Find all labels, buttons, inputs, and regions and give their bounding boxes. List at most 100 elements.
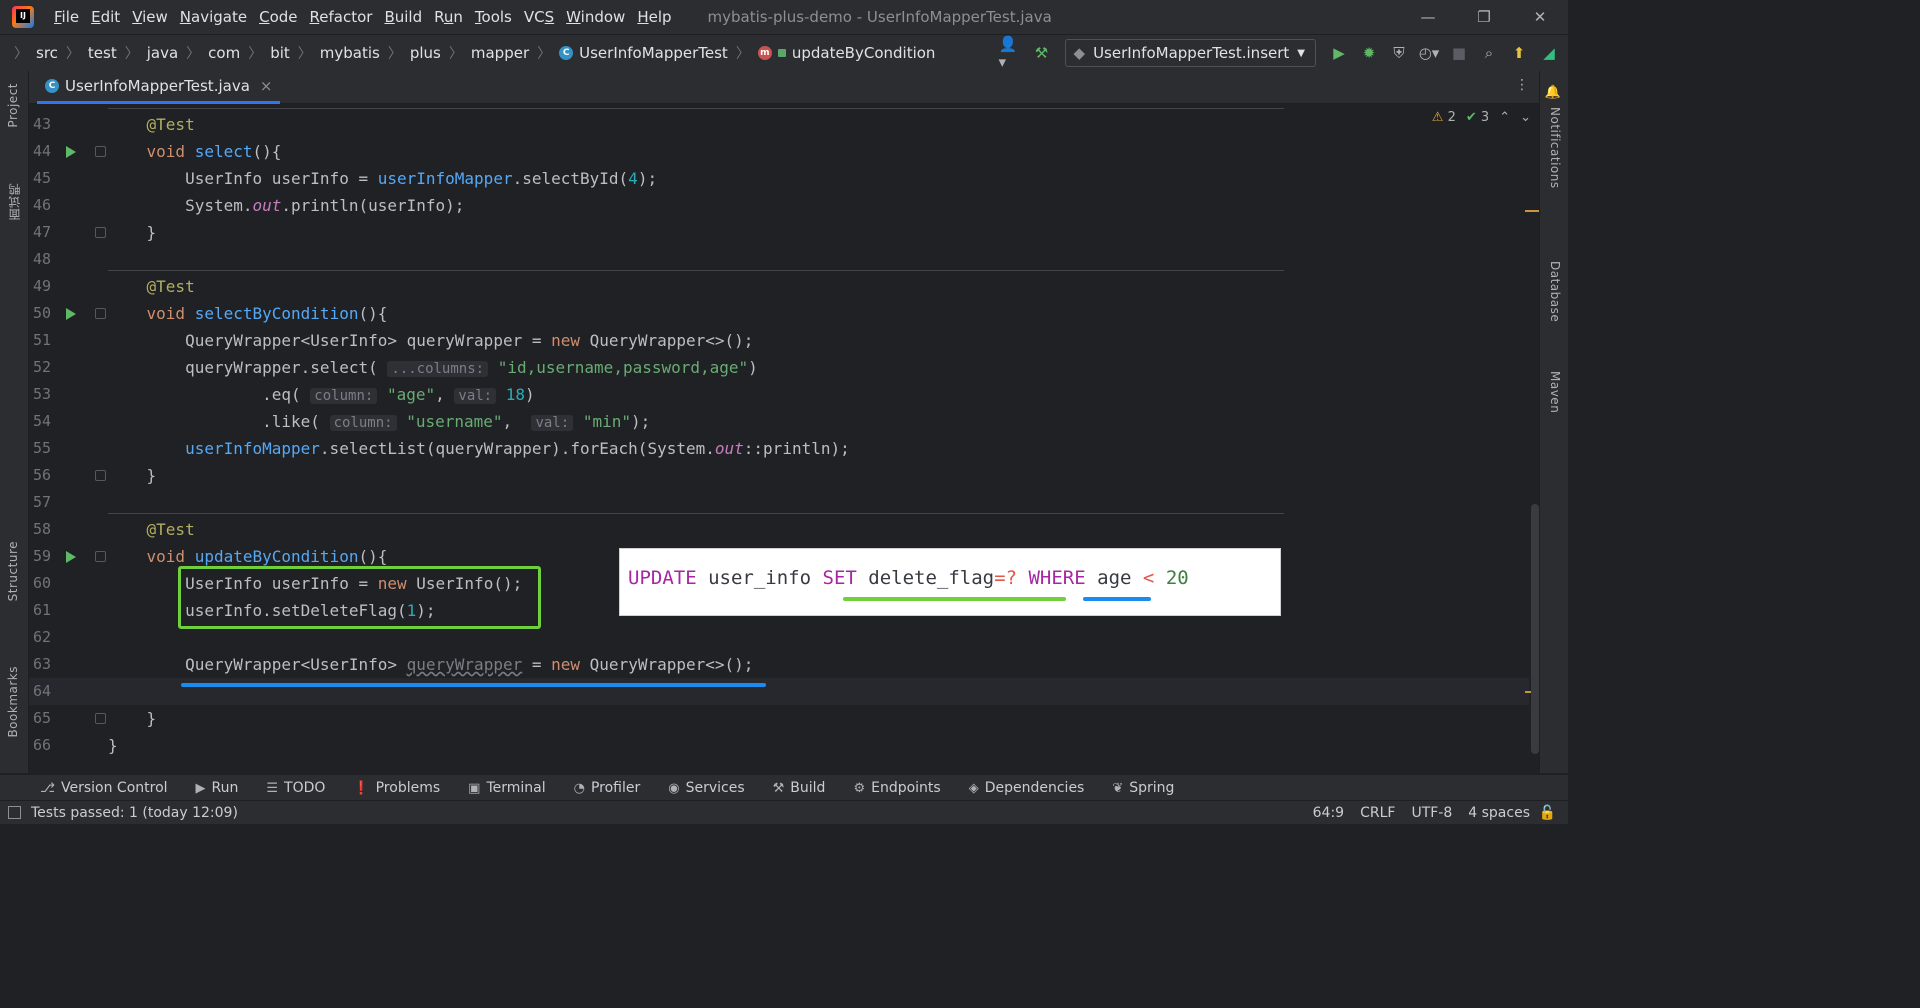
more-options-icon[interactable]: ⋮ — [1515, 77, 1529, 93]
tool-window-button[interactable]: ◉ Services — [668, 780, 744, 796]
tool-window-button[interactable]: ⚙ Endpoints — [853, 780, 940, 796]
jetbrains-ai-icon[interactable]: ◢ — [1536, 40, 1562, 66]
inspections-widget[interactable]: ⚠ 2 ✔ 3 ⌃ ⌄ — [1432, 110, 1531, 125]
line-separator[interactable]: CRLF — [1360, 805, 1395, 821]
line-number[interactable]: 44 — [29, 138, 51, 165]
fold-marker-icon[interactable] — [95, 146, 106, 157]
code-line[interactable]: 55 userInfoMapper.selectList(queryWrappe… — [29, 435, 1529, 462]
code-line[interactable]: 63 QueryWrapper<UserInfo> queryWrapper =… — [29, 651, 1529, 678]
code-line[interactable]: 47 } — [29, 219, 1529, 246]
stop-icon[interactable]: ■ — [1446, 40, 1472, 66]
menu-item[interactable]: Window — [560, 8, 631, 26]
code-line[interactable]: 45 UserInfo userInfo = userInfoMapper.se… — [29, 165, 1529, 192]
line-number[interactable]: 60 — [29, 570, 51, 597]
code-line[interactable]: 54 .like( column: "username", val: "min"… — [29, 408, 1529, 435]
line-number[interactable]: 52 — [29, 354, 51, 381]
code-line[interactable]: 51 QueryWrapper<UserInfo> queryWrapper =… — [29, 327, 1529, 354]
coverage-icon[interactable]: ⛨ — [1386, 40, 1412, 66]
menu-item[interactable]: View — [126, 8, 174, 26]
breadcrumb-item[interactable]: C UserInfoMapperTest — [559, 44, 728, 62]
breadcrumb-item[interactable]: com — [208, 44, 240, 62]
tool-window-button[interactable]: ❗ Problems — [353, 780, 440, 796]
tool-window-button[interactable]: ⚒ Build — [773, 780, 826, 796]
run-configuration-selector[interactable]: ◆ UserInfoMapperTest.insert ▼ — [1064, 39, 1316, 67]
close-window-button[interactable]: ✕ — [1512, 0, 1568, 34]
next-highlight-icon[interactable]: ⌄ — [1520, 110, 1531, 125]
run-icon[interactable]: ▶ — [1326, 40, 1352, 66]
fold-marker-icon[interactable] — [95, 227, 106, 238]
line-number[interactable]: 49 — [29, 273, 51, 300]
code-line[interactable]: 65 } — [29, 705, 1529, 732]
editor-tab[interactable]: C UserInfoMapperTest.java × — [37, 71, 281, 104]
run-test-gutter-icon[interactable] — [66, 308, 76, 320]
line-number[interactable]: 45 — [29, 165, 51, 192]
code-line[interactable]: 43 @Test — [29, 111, 1529, 138]
menu-item[interactable]: Help — [631, 8, 677, 26]
menu-item[interactable]: Code — [253, 8, 303, 26]
user-account-icon[interactable]: 👤▾ — [999, 35, 1025, 71]
close-tab-icon[interactable]: × — [260, 77, 273, 95]
menu-item[interactable]: Navigate — [174, 8, 253, 26]
line-number[interactable]: 51 — [29, 327, 51, 354]
menu-item[interactable]: Edit — [85, 8, 126, 26]
line-number[interactable]: 64 — [29, 678, 51, 705]
code-line[interactable]: 53 .eq( column: "age", val: 18) — [29, 381, 1529, 408]
menu-item[interactable]: Build — [378, 8, 428, 26]
menu-item[interactable]: Run — [428, 8, 469, 26]
line-number[interactable]: 47 — [29, 219, 51, 246]
fold-marker-icon[interactable] — [95, 713, 106, 724]
fold-marker-icon[interactable] — [95, 470, 106, 481]
breadcrumb-item[interactable]: bit — [270, 44, 290, 62]
line-number[interactable]: 59 — [29, 543, 51, 570]
line-number[interactable]: 61 — [29, 597, 51, 624]
build-hammer-icon[interactable]: ⚒ — [1029, 40, 1055, 66]
breadcrumb-item[interactable]: test — [88, 44, 117, 62]
menu-item[interactable]: VCS — [518, 8, 560, 26]
vertical-scrollbar[interactable] — [1531, 504, 1539, 754]
update-icon[interactable]: ⬆ — [1506, 40, 1532, 66]
breadcrumb-item[interactable]: plus — [410, 44, 441, 62]
restore-button[interactable]: ❐ — [1456, 0, 1512, 34]
status-message[interactable]: Tests passed: 1 (today 12:09) — [31, 805, 238, 821]
database-tool-button[interactable]: Database — [1548, 261, 1562, 322]
code-line[interactable]: 56 } — [29, 462, 1529, 489]
tool-window-button[interactable]: ◈ Dependencies — [969, 780, 1085, 796]
code-line[interactable]: 49 @Test — [29, 273, 1529, 300]
tool-window-button[interactable]: ⎇ Version Control — [40, 780, 168, 796]
menu-item[interactable]: Tools — [469, 8, 518, 26]
bookmarks-tool-button[interactable]: Bookmarks — [6, 666, 20, 738]
notifications-tool-button[interactable]: Notifications — [1548, 107, 1562, 189]
file-encoding[interactable]: UTF-8 — [1411, 805, 1452, 821]
code-line[interactable]: 66} — [29, 732, 1529, 759]
minimize-button[interactable]: — — [1400, 0, 1456, 34]
breadcrumb-item[interactable]: mapper — [471, 44, 529, 62]
intellij-logo-icon[interactable] — [12, 6, 34, 28]
search-icon[interactable]: ⌕ — [1476, 40, 1502, 66]
tool-window-button[interactable]: ❦ Spring — [1112, 780, 1174, 796]
tool-window-button[interactable]: ▶ Run — [196, 780, 239, 796]
notifications-bell-icon[interactable]: 🔔 — [1545, 85, 1561, 100]
line-number[interactable]: 62 — [29, 624, 51, 651]
tool-window-button[interactable]: ◔ Profiler — [574, 780, 641, 796]
menu-item[interactable]: File — [48, 8, 85, 26]
debug-icon[interactable]: ✹ — [1356, 40, 1382, 66]
warning-stripe-mark[interactable] — [1525, 210, 1539, 212]
line-number[interactable]: 63 — [29, 651, 51, 678]
tool-window-button[interactable]: ▣ Terminal — [468, 780, 545, 796]
breadcrumb-item[interactable]: m updateByCondition — [757, 44, 935, 62]
maven-tool-button[interactable]: Maven — [1548, 371, 1562, 413]
run-test-gutter-icon[interactable] — [66, 146, 76, 158]
tool-window-button[interactable]: ☰ TODO — [266, 780, 325, 796]
line-number[interactable]: 53 — [29, 381, 51, 408]
line-number[interactable]: 58 — [29, 516, 51, 543]
code-line[interactable]: 46 System.out.println(userInfo); — [29, 192, 1529, 219]
line-number[interactable]: 55 — [29, 435, 51, 462]
menu-item[interactable]: Refactor — [304, 8, 379, 26]
line-number[interactable]: 66 — [29, 732, 51, 759]
line-number[interactable]: 54 — [29, 408, 51, 435]
structure-tool-button[interactable]: Structure — [6, 541, 20, 601]
project-tool-button[interactable]: Project — [6, 83, 20, 128]
breadcrumb-item[interactable]: java — [147, 44, 178, 62]
line-number[interactable]: 43 — [29, 111, 51, 138]
code-line[interactable]: 57 — [29, 489, 1529, 516]
